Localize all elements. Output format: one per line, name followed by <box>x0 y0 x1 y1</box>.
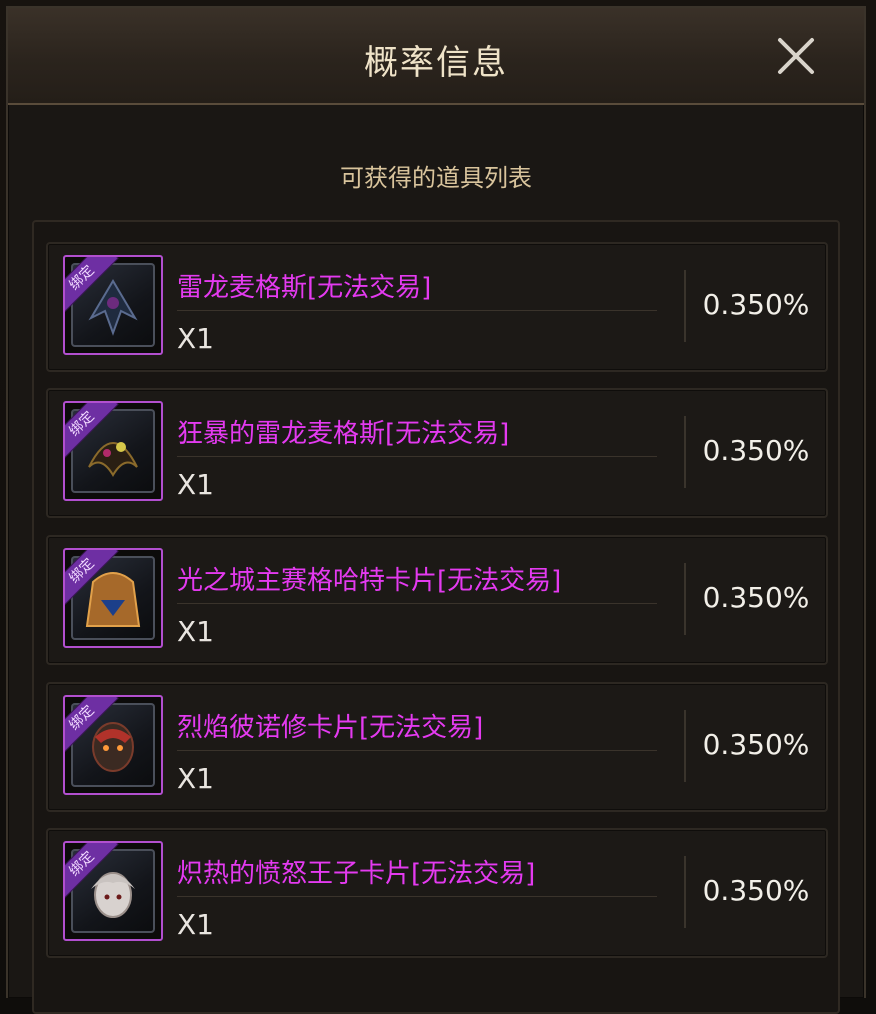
name-divider <box>177 896 657 897</box>
item-name: 光之城主赛格哈特卡片[无法交易] <box>177 566 562 596</box>
item-quantity: X1 <box>177 908 214 941</box>
name-divider <box>177 310 657 311</box>
close-button[interactable] <box>774 34 818 78</box>
item-name: 雷龙麦格斯[无法交易] <box>177 273 432 303</box>
item-probability: 0.350% <box>702 434 810 467</box>
item-quantity: X1 <box>177 322 214 355</box>
list-item: 绑定 雷龙麦格斯[无法交易] X1 0.350% <box>46 242 828 372</box>
item-name: 炽热的愤怒王子卡片[无法交易] <box>177 859 536 889</box>
probability-window: 概率信息 可获得的道具列表 绑定 雷龙麦格斯[无法交易] X1 0.350% 绑… <box>0 0 876 1014</box>
dialog-header: 概率信息 <box>8 8 864 105</box>
item-quantity: X1 <box>177 762 214 795</box>
item-probability: 0.350% <box>702 288 810 321</box>
name-divider <box>177 603 657 604</box>
item-icon-frame: 绑定 <box>63 695 163 795</box>
item-probability: 0.350% <box>702 581 810 614</box>
list-item: 绑定 烈焰彼诺修卡片[无法交易] X1 0.350% <box>46 682 828 812</box>
item-icon-frame: 绑定 <box>63 255 163 355</box>
list-item: 绑定 炽热的愤怒王子卡片[无法交易] X1 0.350% <box>46 828 828 958</box>
item-name: 烈焰彼诺修卡片[无法交易] <box>177 713 484 743</box>
list-item: 绑定 光之城主赛格哈特卡片[无法交易] X1 0.350% <box>46 535 828 665</box>
item-probability: 0.350% <box>702 728 810 761</box>
name-divider <box>177 750 657 751</box>
dialog-title: 概率信息 <box>364 43 508 83</box>
item-icon-frame: 绑定 <box>63 548 163 648</box>
item-icon-frame: 绑定 <box>63 841 163 941</box>
item-quantity: X1 <box>177 468 214 501</box>
name-divider <box>177 456 657 457</box>
item-list: 绑定 雷龙麦格斯[无法交易] X1 0.350% 绑定 狂暴的雷龙麦格斯[无法交… <box>32 220 840 1014</box>
item-icon-frame: 绑定 <box>63 401 163 501</box>
item-probability: 0.350% <box>702 874 810 907</box>
close-icon <box>778 38 814 74</box>
item-name: 狂暴的雷龙麦格斯[无法交易] <box>177 419 510 449</box>
list-item: 绑定 狂暴的雷龙麦格斯[无法交易] X1 0.350% <box>46 388 828 518</box>
item-quantity: X1 <box>177 615 214 648</box>
dialog-panel: 概率信息 可获得的道具列表 绑定 雷龙麦格斯[无法交易] X1 0.350% 绑… <box>6 6 866 1014</box>
list-subtitle: 可获得的道具列表 <box>340 164 532 192</box>
